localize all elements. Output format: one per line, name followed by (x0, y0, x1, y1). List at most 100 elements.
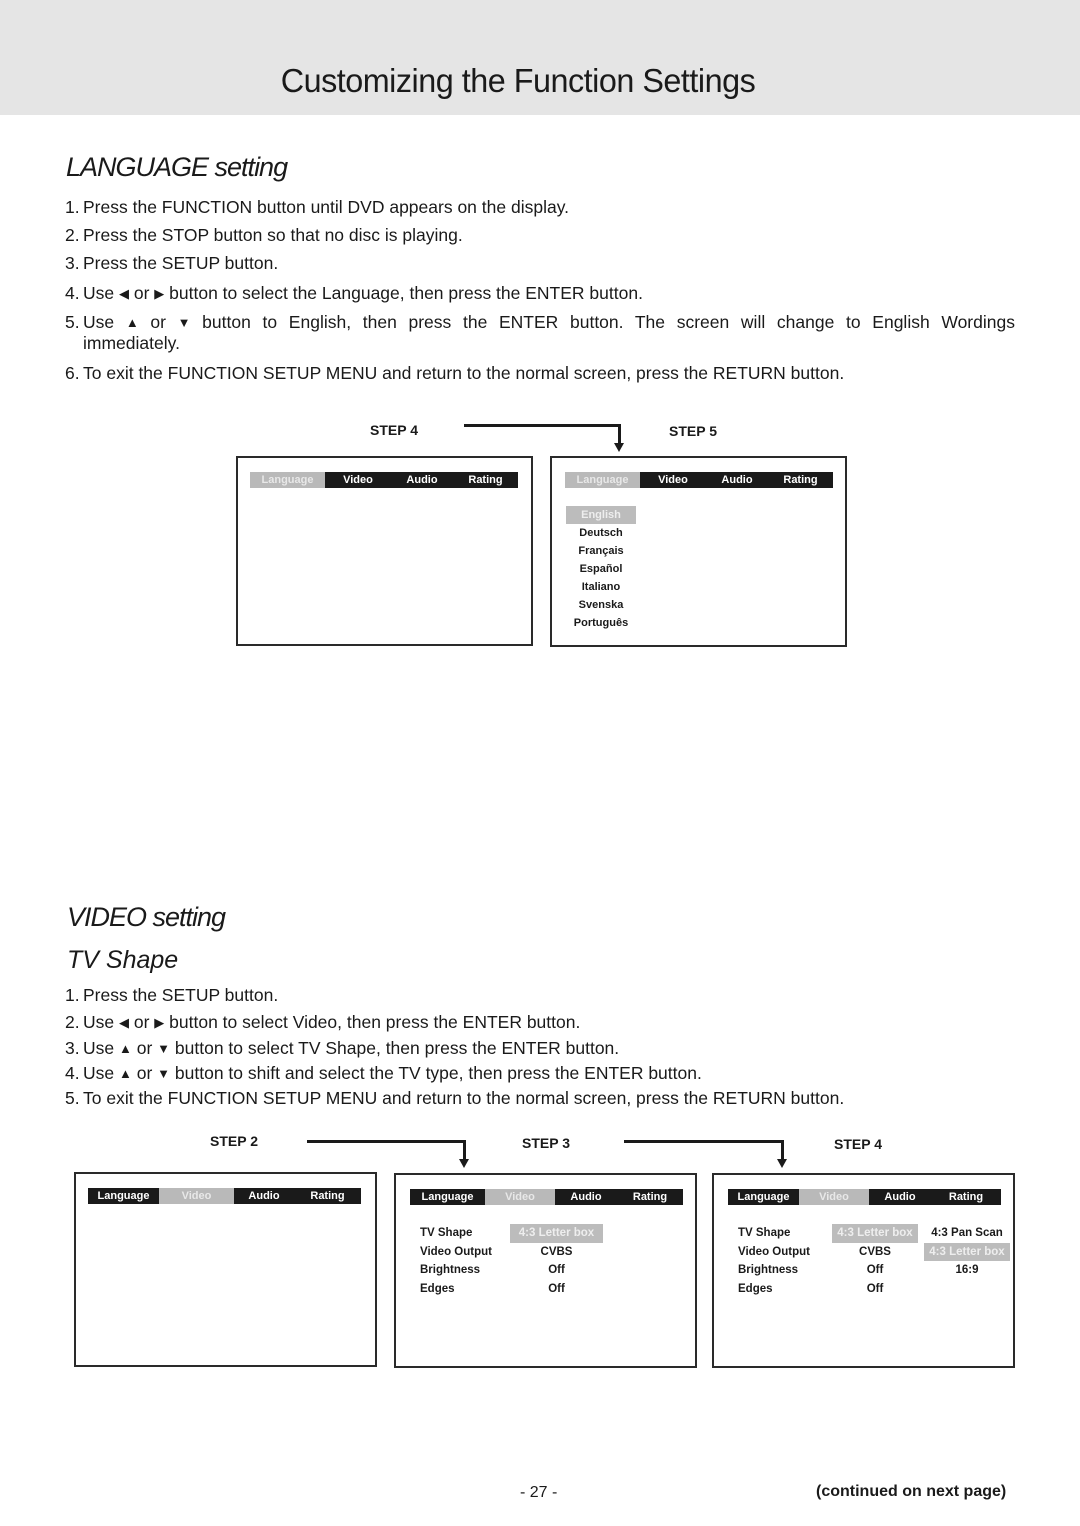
menu-screen-step-4: Language Video Audio Rating (236, 456, 533, 646)
video-step-5: 5. To exit the FUNCTION SETUP MENU and r… (65, 1088, 1015, 1108)
step-number: 1. (65, 197, 80, 217)
tab-audio[interactable]: Audio (706, 472, 768, 488)
step-number: 3. (65, 1038, 80, 1058)
language-option-francais[interactable]: Français (566, 542, 636, 560)
menu-screen-step-3: Language Video Audio Rating TV Shape 4:3… (394, 1173, 697, 1368)
setting-value: 4:3 Letter box (510, 1224, 603, 1243)
language-step-1: 1. Press the FUNCTION button until DVD a… (65, 197, 1015, 217)
tab-rating[interactable]: Rating (453, 472, 518, 488)
step-text: To exit the FUNCTION SETUP MENU and retu… (83, 1088, 845, 1108)
left-arrow-icon: ◀ (118, 286, 129, 301)
right-arrow-icon: ▶ (154, 1015, 165, 1030)
tab-audio[interactable]: Audio (555, 1189, 617, 1205)
video-step-3: 3. Use ▲ or ▼ button to select TV Shape,… (65, 1038, 1015, 1059)
setting-row-tv-shape[interactable]: TV Shape 4:3 Letter box 4:3 Pan Scan (738, 1224, 1013, 1243)
tab-rating[interactable]: Rating (931, 1189, 1001, 1205)
down-arrow-icon: ▼ (157, 1066, 171, 1081)
setting-label: Video Output (738, 1245, 810, 1258)
step-5-label: STEP 5 (669, 423, 717, 439)
tab-video[interactable]: Video (159, 1188, 234, 1204)
language-option-deutsch[interactable]: Deutsch (566, 524, 636, 542)
tab-audio[interactable]: Audio (234, 1188, 294, 1204)
language-step-6: 6. To exit the FUNCTION SETUP MENU and r… (65, 363, 1015, 383)
setting-row-brightness[interactable]: Brightness Off 16:9 (738, 1261, 1013, 1280)
setting-row-edges[interactable]: Edges Off (420, 1280, 690, 1299)
down-arrow-icon: ▼ (177, 315, 191, 330)
tab-rating[interactable]: Rating (294, 1188, 361, 1204)
connector-line (618, 424, 621, 444)
menu-tab-bar: Language Video Audio Rating (728, 1189, 1001, 1205)
setting-row-edges[interactable]: Edges Off (738, 1280, 1013, 1299)
step-text: or (133, 1012, 150, 1032)
tab-video[interactable]: Video (325, 472, 391, 488)
step-number: 6. (65, 363, 80, 383)
step-4-label: STEP 4 (370, 422, 418, 438)
menu-tab-bar: Language Video Audio Rating (565, 472, 833, 488)
step-text: Use (83, 1063, 119, 1083)
step-number: 4. (65, 1063, 80, 1083)
setting-value: Off (548, 1282, 565, 1295)
arrow-down-icon (459, 1159, 469, 1168)
connector-line (624, 1140, 784, 1143)
step-text: button to select Video, then press the E… (164, 1012, 581, 1032)
setting-label: Brightness (420, 1264, 481, 1276)
menu-tab-bar: Language Video Audio Rating (250, 472, 518, 488)
tab-language[interactable]: Language (88, 1188, 159, 1204)
language-step-3: 3. Press the SETUP button. (65, 253, 1015, 273)
tv-shape-option-16-9[interactable]: 16:9 (924, 1261, 1010, 1280)
language-section-title: LANGUAGE setting (66, 152, 288, 182)
setting-value: 4:3 Letter box (832, 1224, 918, 1243)
tab-audio[interactable]: Audio (869, 1189, 931, 1205)
connector-line (463, 1140, 466, 1160)
language-option-espanol[interactable]: Español (566, 560, 636, 578)
tab-video[interactable]: Video (799, 1189, 869, 1205)
menu-screen-step-5: Language Video Audio Rating English Deut… (550, 456, 847, 647)
up-arrow-icon: ▲ (118, 1041, 132, 1056)
step-text: button to English, then press the ENTER … (83, 312, 1015, 353)
language-option-english[interactable]: English (566, 506, 636, 524)
step-number: 2. (65, 225, 80, 245)
page-number: - 27 - (520, 1484, 558, 1501)
tv-shape-option-letter-box[interactable]: 4:3 Letter box (924, 1242, 1010, 1261)
tab-language[interactable]: Language (728, 1189, 799, 1205)
menu-tab-bar: Language Video Audio Rating (88, 1188, 361, 1204)
step-text: or (133, 283, 150, 303)
tab-rating[interactable]: Rating (768, 472, 833, 488)
setting-row-brightness[interactable]: Brightness Off (420, 1261, 690, 1280)
language-option-svenska[interactable]: Svenska (566, 596, 636, 614)
step-text: Use (83, 1038, 119, 1058)
menu-tab-bar: Language Video Audio Rating (410, 1189, 683, 1205)
tab-video[interactable]: Video (640, 472, 706, 488)
language-option-portugues[interactable]: Português (566, 614, 636, 632)
menu-screen-step-2: Language Video Audio Rating (74, 1172, 377, 1367)
left-arrow-icon: ◀ (118, 1015, 129, 1030)
setting-label: Brightness (738, 1264, 799, 1276)
setting-value: CVBS (540, 1245, 573, 1258)
tab-language[interactable]: Language (250, 472, 325, 488)
setting-label: Edges (420, 1282, 455, 1295)
tv-shape-option-pan-scan[interactable]: 4:3 Pan Scan (924, 1224, 1010, 1243)
step-3-label: STEP 3 (522, 1135, 570, 1151)
tab-language[interactable]: Language (410, 1189, 485, 1205)
tab-audio[interactable]: Audio (391, 472, 453, 488)
step-text: or (150, 312, 166, 332)
video-section-title: VIDEO setting (67, 902, 226, 932)
setting-row-video-output[interactable]: Video Output CVBS 4:3 Letter box (738, 1242, 1013, 1261)
language-list: English Deutsch Français Español Italian… (566, 506, 636, 632)
setting-label: Video Output (420, 1245, 492, 1258)
tv-shape-subtitle: TV Shape (67, 946, 179, 974)
connector-line (781, 1140, 784, 1160)
step-text: To exit the FUNCTION SETUP MENU and retu… (83, 363, 845, 383)
tab-video[interactable]: Video (485, 1189, 555, 1205)
step-number: 5. (65, 1088, 80, 1108)
setting-row-video-output[interactable]: Video Output CVBS (420, 1243, 690, 1262)
page-title: Customizing the Function Settings (280, 62, 756, 99)
step-2-label: STEP 2 (210, 1133, 258, 1149)
language-option-italiano[interactable]: Italiano (566, 578, 636, 596)
tab-rating[interactable]: Rating (617, 1189, 683, 1205)
step-text: button to select TV Shape, then press th… (170, 1038, 620, 1058)
language-step-4: 4. Use ◀ or ▶ button to select the Langu… (65, 283, 1015, 304)
tab-language[interactable]: Language (565, 472, 640, 488)
video-step-1: 1. Press the SETUP button. (65, 985, 1015, 1005)
setting-row-tv-shape[interactable]: TV Shape 4:3 Letter box (420, 1224, 690, 1243)
